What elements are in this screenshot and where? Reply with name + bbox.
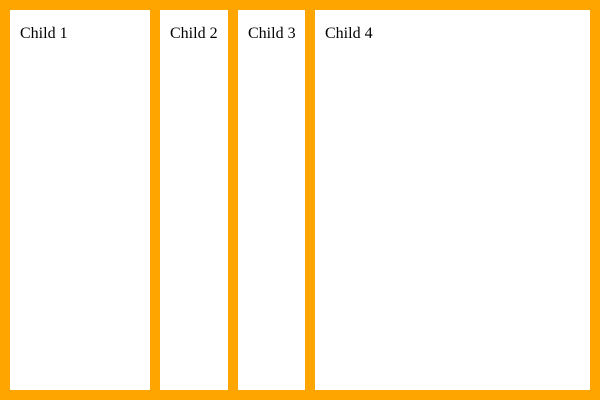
child-panel-4: Child 4	[315, 10, 590, 390]
flex-container: Child 1 Child 2 Child 3 Child 4	[0, 0, 600, 400]
child-label-4: Child 4	[325, 25, 373, 42]
child-label-2: Child 2	[170, 25, 218, 42]
child-label-1: Child 1	[20, 25, 68, 42]
child-panel-2: Child 2	[160, 10, 228, 390]
child-label-3: Child 3	[248, 25, 296, 42]
child-panel-1: Child 1	[10, 10, 150, 390]
child-panel-3: Child 3	[238, 10, 305, 390]
